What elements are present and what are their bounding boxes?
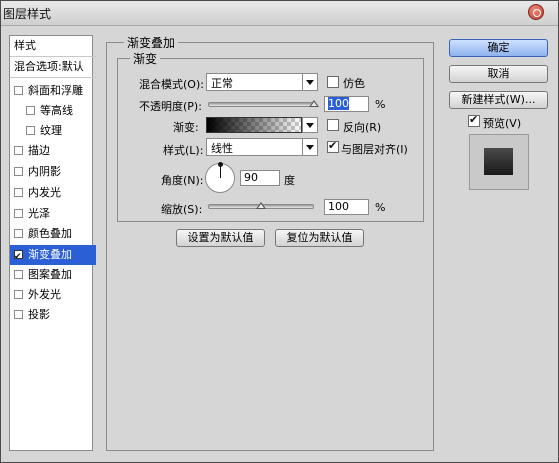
ok-button[interactable]: 确定 bbox=[449, 39, 548, 57]
window-title: 图层样式 bbox=[3, 7, 52, 21]
blend-mode-value: 正常 bbox=[211, 77, 233, 90]
checkbox[interactable] bbox=[14, 145, 23, 155]
sidebar-item-drop-shadow[interactable]: 投影 bbox=[10, 305, 96, 325]
checkbox[interactable] bbox=[14, 187, 23, 197]
sidebar-item-label: 内阴影 bbox=[28, 165, 61, 178]
blend-options-item[interactable]: 混合选项:默认 bbox=[10, 57, 96, 78]
reverse-checkbox[interactable] bbox=[327, 119, 339, 131]
sidebar-item-label: 内发光 bbox=[28, 186, 61, 199]
sidebar-item-label: 图案叠加 bbox=[28, 268, 72, 281]
dither-checkbox[interactable] bbox=[327, 76, 339, 88]
sidebar-item-label: 描边 bbox=[28, 144, 50, 157]
sidebar-item-outer-glow[interactable]: 外发光 bbox=[10, 285, 96, 305]
angle-label: 角度(N): bbox=[161, 174, 204, 187]
style-preview-thumbnail bbox=[469, 134, 529, 190]
subgroup-title: 渐变 bbox=[130, 50, 161, 67]
sidebar-item-stroke[interactable]: 描边 bbox=[10, 141, 96, 161]
sidebar-item-bevel-emboss[interactable]: 斜面和浮雕 bbox=[10, 81, 96, 101]
chevron-down-icon bbox=[303, 118, 317, 132]
style-label: 样式(L): bbox=[163, 144, 204, 157]
checkbox[interactable] bbox=[14, 166, 23, 176]
scale-percent: % bbox=[375, 201, 386, 214]
style-list-header[interactable]: 样式 bbox=[10, 36, 96, 57]
opacity-label: 不透明度(P): bbox=[139, 100, 202, 113]
opacity-slider[interactable] bbox=[208, 102, 314, 107]
angle-unit: 度 bbox=[284, 174, 295, 187]
sidebar-item-color-overlay[interactable]: 颜色叠加 bbox=[10, 224, 96, 244]
title-bar: 图层样式 bbox=[1, 1, 558, 26]
style-select[interactable]: 线性 bbox=[206, 138, 318, 156]
sidebar-item-label: 投影 bbox=[28, 308, 50, 321]
angle-input[interactable]: 90 bbox=[240, 170, 280, 186]
sidebar-item-label: 颜色叠加 bbox=[28, 227, 72, 240]
gradient-label: 渐变: bbox=[173, 121, 199, 134]
sidebar-item-gradient-overlay[interactable]: 渐变叠加 bbox=[10, 245, 96, 265]
checkbox[interactable] bbox=[14, 228, 23, 238]
sidebar-item-satin[interactable]: 光泽 bbox=[10, 204, 96, 224]
checkbox[interactable] bbox=[14, 85, 23, 95]
sidebar-item-inner-shadow[interactable]: 内阴影 bbox=[10, 162, 96, 182]
blend-mode-label: 混合模式(O): bbox=[139, 78, 204, 91]
preview-checkbox[interactable] bbox=[468, 113, 480, 127]
opacity-value: 100 bbox=[328, 97, 349, 110]
chevron-down-icon bbox=[302, 139, 317, 155]
sidebar-item-texture[interactable]: 纹理 bbox=[10, 121, 108, 141]
opacity-input[interactable]: 100 bbox=[324, 96, 369, 112]
scale-label: 缩放(S): bbox=[161, 203, 203, 216]
align-with-layer-label: 与图层对齐(I) bbox=[341, 143, 408, 156]
sidebar-item-contour[interactable]: 等高线 bbox=[10, 101, 108, 121]
checkbox[interactable] bbox=[14, 309, 23, 319]
sidebar-item-label: 外发光 bbox=[28, 288, 61, 301]
opacity-slider-thumb[interactable] bbox=[309, 100, 319, 107]
reverse-label: 反向(R) bbox=[343, 121, 382, 134]
dither-label: 仿色 bbox=[343, 77, 365, 90]
style-value: 线性 bbox=[211, 142, 233, 155]
make-default-button[interactable]: 设置为默认值 bbox=[176, 229, 265, 247]
gradient-picker-dropdown[interactable] bbox=[302, 117, 318, 133]
chevron-down-icon bbox=[302, 74, 317, 90]
sidebar-item-label: 纹理 bbox=[40, 124, 62, 137]
scale-slider-thumb[interactable] bbox=[256, 202, 266, 209]
checkbox[interactable] bbox=[14, 289, 23, 299]
sidebar-item-pattern-overlay[interactable]: 图案叠加 bbox=[10, 265, 96, 285]
checkbox[interactable] bbox=[26, 105, 35, 115]
angle-dial-knob[interactable] bbox=[218, 162, 223, 167]
new-style-button[interactable]: 新建样式(W)... bbox=[449, 91, 548, 109]
checkbox[interactable] bbox=[26, 125, 35, 135]
preview-label: 预览(V) bbox=[483, 117, 522, 130]
angle-dial[interactable] bbox=[205, 162, 235, 193]
sidebar-item-label: 渐变叠加 bbox=[28, 248, 72, 261]
cancel-button[interactable]: 取消 bbox=[449, 65, 548, 83]
panel-title: 渐变叠加 bbox=[124, 34, 179, 51]
close-icon[interactable] bbox=[528, 4, 544, 20]
style-list: 样式 混合选项:默认 斜面和浮雕 等高线 纹理 描边 内阴影 内发光 光泽 颜色… bbox=[9, 35, 96, 451]
scale-input[interactable]: 100 bbox=[324, 199, 369, 215]
sidebar-item-label: 光泽 bbox=[28, 207, 50, 220]
checkbox-checked[interactable] bbox=[14, 247, 23, 265]
sidebar-item-label: 等高线 bbox=[40, 104, 73, 117]
checkbox[interactable] bbox=[14, 208, 23, 218]
blend-mode-select[interactable]: 正常 bbox=[206, 73, 318, 91]
layer-style-dialog: 图层样式 样式 混合选项:默认 斜面和浮雕 等高线 纹理 描边 内阴影 内发光 … bbox=[0, 0, 559, 463]
align-with-layer-checkbox[interactable] bbox=[327, 139, 339, 153]
checkbox[interactable] bbox=[14, 269, 23, 279]
reset-default-button[interactable]: 复位为默认值 bbox=[275, 229, 364, 247]
opacity-percent: % bbox=[375, 98, 386, 111]
preview-square bbox=[484, 148, 513, 175]
sidebar-item-inner-glow[interactable]: 内发光 bbox=[10, 183, 96, 203]
sidebar-item-label: 斜面和浮雕 bbox=[28, 84, 83, 97]
gradient-preview-swatch[interactable] bbox=[206, 117, 302, 133]
